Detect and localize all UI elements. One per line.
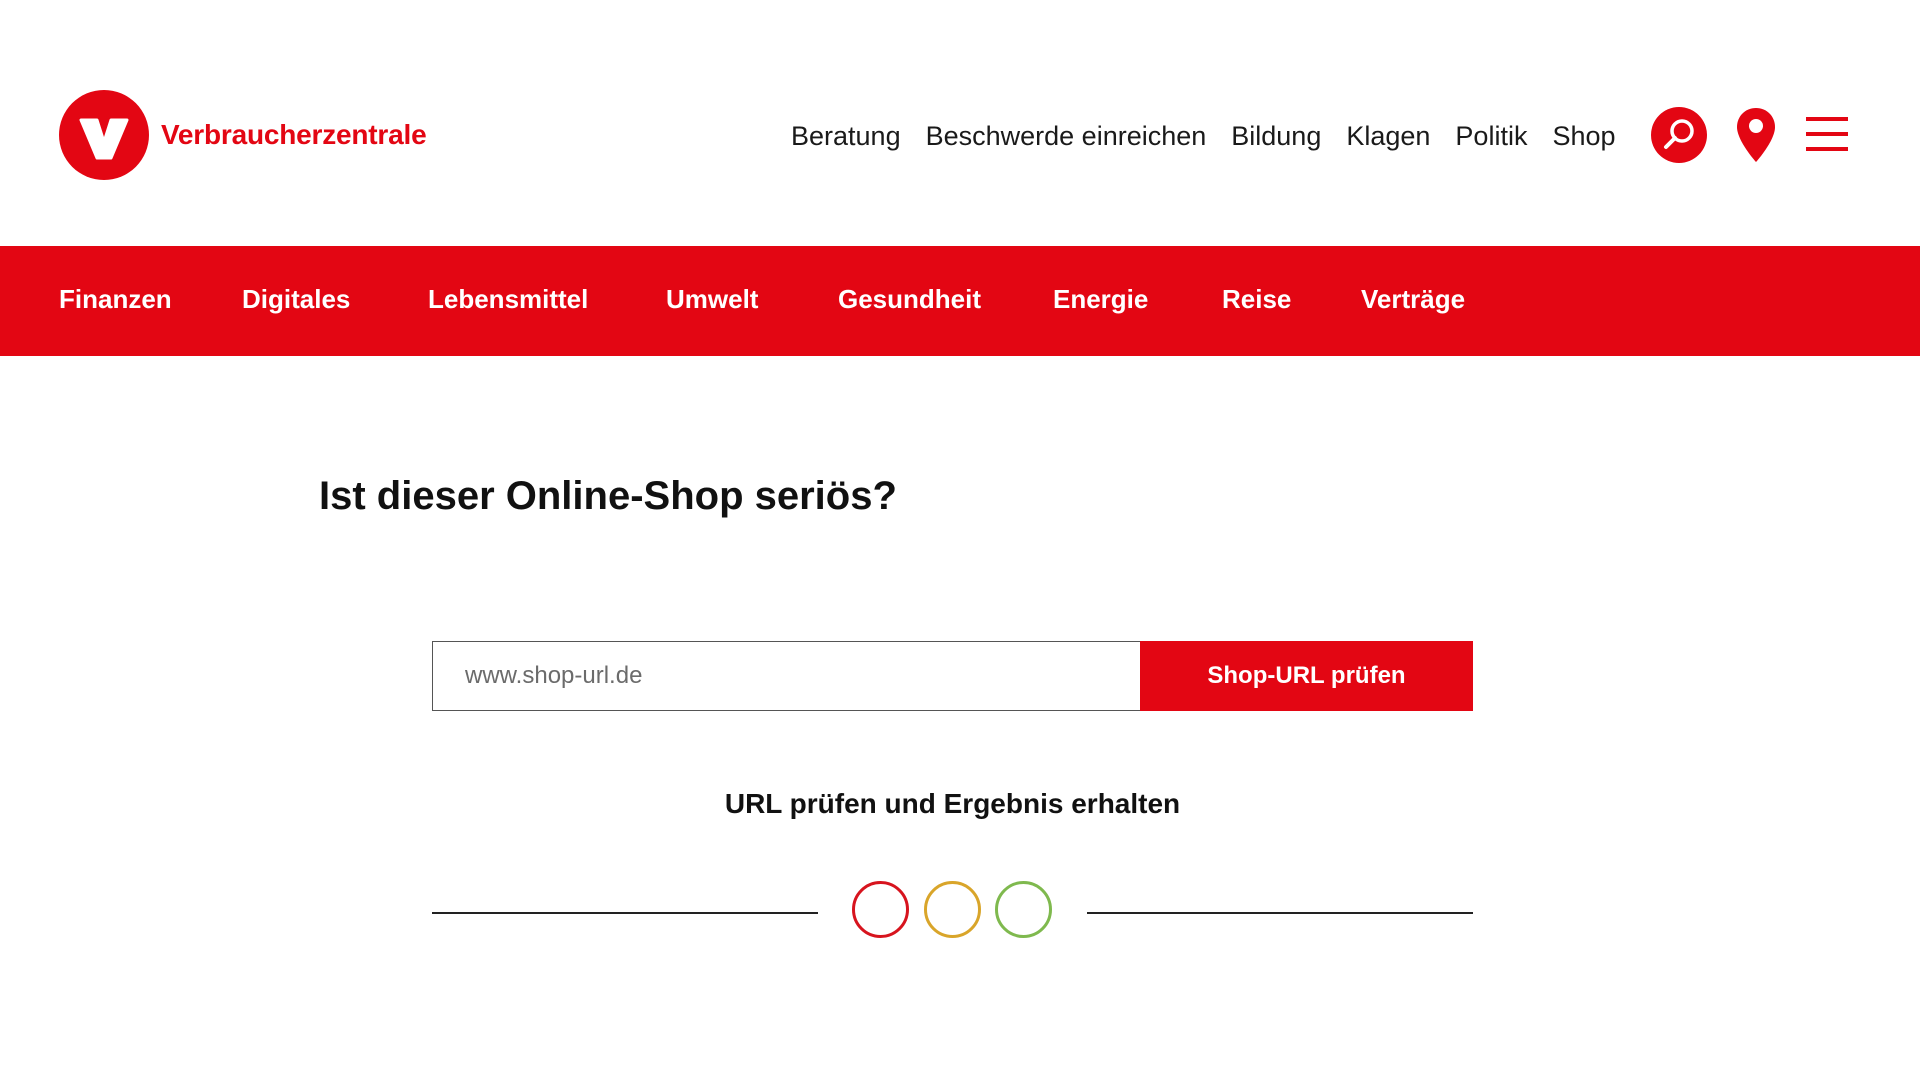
category-digitales[interactable]: Digitales [242, 284, 350, 315]
location-pin-icon [1737, 108, 1775, 162]
category-navigation: Finanzen Digitales Lebensmittel Umwelt G… [0, 246, 1920, 356]
category-lebensmittel[interactable]: Lebensmittel [428, 284, 588, 315]
traffic-light-green-indicator [995, 881, 1052, 938]
site-header: Verbraucherzentrale Beratung Beschwerde … [0, 0, 1920, 246]
verbraucherzentrale-logo-icon [59, 90, 149, 180]
shop-url-check-form: Shop-URL prüfen [432, 641, 1473, 711]
divider-right [1087, 912, 1473, 914]
category-energie[interactable]: Energie [1053, 284, 1148, 315]
shop-url-input[interactable] [432, 641, 1140, 711]
top-nav-shop[interactable]: Shop [1552, 121, 1615, 152]
top-nav-politik[interactable]: Politik [1455, 121, 1527, 152]
category-gesundheit[interactable]: Gesundheit [838, 284, 981, 315]
menu-button[interactable] [1806, 113, 1848, 155]
hamburger-menu-icon [1806, 117, 1848, 151]
brand-logo[interactable]: Verbraucherzentrale [59, 90, 427, 180]
check-shop-url-button[interactable]: Shop-URL prüfen [1140, 641, 1473, 711]
top-nav-beratung[interactable]: Beratung [791, 121, 901, 152]
top-nav-beschwerde-einreichen[interactable]: Beschwerde einreichen [926, 121, 1207, 152]
category-umwelt[interactable]: Umwelt [666, 284, 758, 315]
divider-left [432, 912, 818, 914]
search-button[interactable] [1651, 107, 1707, 163]
top-nav-bildung[interactable]: Bildung [1231, 121, 1321, 152]
top-navigation: Beratung Beschwerde einreichen Bildung K… [791, 116, 1616, 156]
traffic-light-yellow-indicator [924, 881, 981, 938]
top-nav-klagen[interactable]: Klagen [1346, 121, 1430, 152]
brand-name: Verbraucherzentrale [161, 119, 427, 150]
traffic-light-red-indicator [852, 881, 909, 938]
result-caption: URL prüfen und Ergebnis erhalten [724, 788, 1181, 819]
page-title: Ist dieser Online-Shop seriös? [319, 474, 897, 518]
search-icon [1651, 107, 1707, 163]
location-button[interactable] [1735, 106, 1777, 164]
category-reise[interactable]: Reise [1222, 284, 1291, 315]
category-vertraege[interactable]: Verträge [1361, 284, 1465, 315]
category-finanzen[interactable]: Finanzen [59, 284, 172, 315]
